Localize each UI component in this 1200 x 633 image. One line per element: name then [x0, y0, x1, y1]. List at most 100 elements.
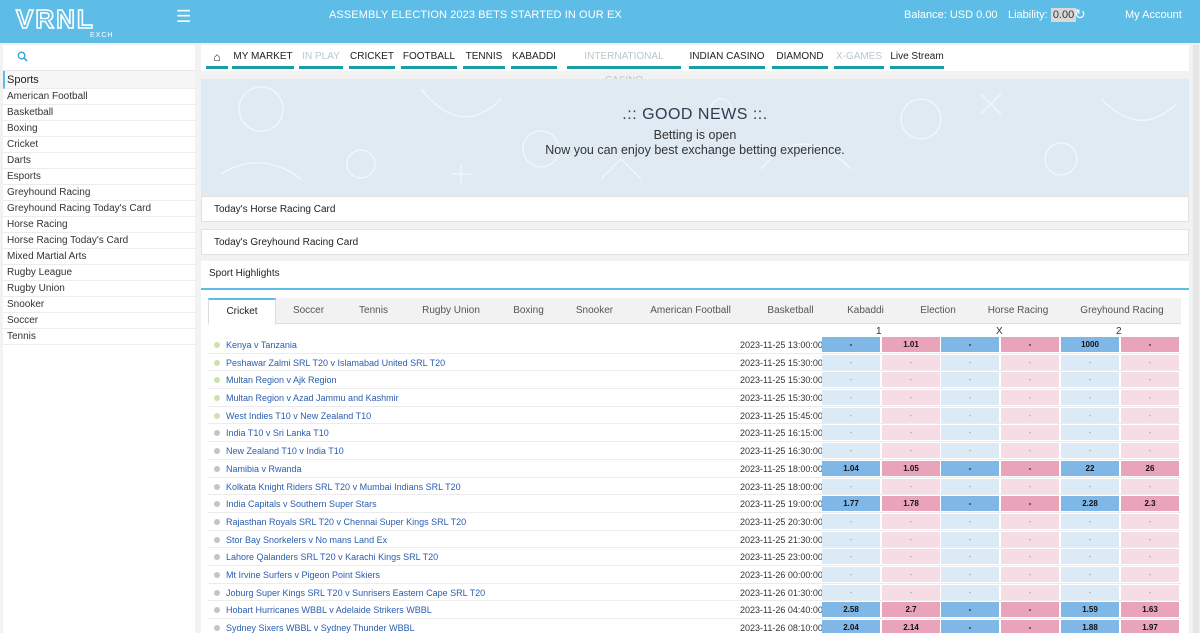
back-odds-button[interactable]: -	[1061, 407, 1119, 423]
match-name-link[interactable]: Lahore Qalanders SRL T20 v Karachi Kings…	[226, 552, 438, 562]
lay-odds-button[interactable]: -	[882, 531, 940, 547]
back-odds-button[interactable]: -	[941, 443, 999, 459]
sidebar-item-rugby-league[interactable]: Rugby League	[3, 265, 195, 281]
sport-tab-kabaddi[interactable]: Kabaddi	[828, 298, 903, 324]
back-odds-button[interactable]: -	[1061, 425, 1119, 441]
lay-odds-button[interactable]: 2.3	[1121, 496, 1179, 512]
back-odds-button[interactable]: 22	[1061, 460, 1119, 476]
lay-odds-button[interactable]: -	[1001, 354, 1059, 370]
back-odds-button[interactable]: -	[941, 549, 999, 565]
back-odds-button[interactable]: -	[941, 513, 999, 529]
lay-odds-button[interactable]: -	[1121, 372, 1179, 388]
match-name-link[interactable]: Peshawar Zalmi SRL T20 v Islamabad Unite…	[226, 358, 445, 368]
sport-tab-horse-racing[interactable]: Horse Racing	[973, 298, 1063, 324]
nav-tab-international-casino[interactable]: INTERNATIONAL CASINO	[567, 45, 681, 86]
lay-odds-button[interactable]: -	[882, 372, 940, 388]
my-account-link[interactable]: My Account	[1125, 9, 1182, 21]
sport-tab-soccer[interactable]: Soccer	[276, 298, 341, 324]
sport-tab-basketball[interactable]: Basketball	[753, 298, 828, 324]
back-odds-button[interactable]: -	[822, 478, 880, 494]
nav-tab-x-games[interactable]: X-GAMES	[834, 45, 884, 69]
back-odds-button[interactable]: -	[822, 549, 880, 565]
lay-odds-button[interactable]: 1.05	[882, 460, 940, 476]
back-odds-button[interactable]: -	[941, 372, 999, 388]
match-name-link[interactable]: Multan Region v Azad Jammu and Kashmir	[226, 393, 399, 403]
lay-odds-button[interactable]: -	[1121, 513, 1179, 529]
lay-odds-button[interactable]: -	[1001, 620, 1059, 633]
sidebar-search[interactable]	[3, 45, 195, 71]
nav-tab-tennis[interactable]: TENNIS	[463, 45, 505, 69]
lay-odds-button[interactable]: -	[882, 354, 940, 370]
sidebar-item-cricket[interactable]: Cricket	[3, 137, 195, 153]
lay-odds-button[interactable]: -	[1001, 460, 1059, 476]
lay-odds-button[interactable]: -	[1001, 496, 1059, 512]
back-odds-button[interactable]: -	[941, 337, 999, 352]
lay-odds-button[interactable]: -	[1121, 549, 1179, 565]
lay-odds-button[interactable]: 26	[1121, 460, 1179, 476]
lay-odds-button[interactable]: -	[1001, 478, 1059, 494]
sidebar-item-basketball[interactable]: Basketball	[3, 105, 195, 121]
lay-odds-button[interactable]: -	[1001, 549, 1059, 565]
back-odds-button[interactable]: -	[1061, 566, 1119, 582]
lay-odds-button[interactable]: -	[1001, 407, 1059, 423]
back-odds-button[interactable]: -	[822, 337, 880, 352]
back-odds-button[interactable]: -	[941, 460, 999, 476]
sport-tab-american-football[interactable]: American Football	[628, 298, 753, 324]
match-name-link[interactable]: India Capitals v Southern Super Stars	[226, 499, 377, 509]
match-name-link[interactable]: Kolkata Knight Riders SRL T20 v Mumbai I…	[226, 482, 461, 492]
back-odds-button[interactable]: 1.88	[1061, 620, 1119, 633]
lay-odds-button[interactable]: -	[1121, 407, 1179, 423]
lay-odds-button[interactable]: 2.7	[882, 602, 940, 618]
lay-odds-button[interactable]: -	[882, 584, 940, 600]
lay-odds-button[interactable]: -	[882, 443, 940, 459]
back-odds-button[interactable]: -	[941, 425, 999, 441]
back-odds-button[interactable]: -	[941, 531, 999, 547]
lay-odds-button[interactable]: -	[1121, 584, 1179, 600]
back-odds-button[interactable]: -	[822, 566, 880, 582]
sport-tab-election[interactable]: Election	[903, 298, 973, 324]
match-name-link[interactable]: India T10 v Sri Lanka T10	[226, 428, 329, 438]
back-odds-button[interactable]: -	[822, 407, 880, 423]
back-odds-button[interactable]: 2.04	[822, 620, 880, 633]
lay-odds-button[interactable]: 1.01	[882, 337, 940, 352]
lay-odds-button[interactable]: -	[1001, 513, 1059, 529]
sidebar-item-snooker[interactable]: Snooker	[3, 297, 195, 313]
lay-odds-button[interactable]: -	[882, 566, 940, 582]
lay-odds-button[interactable]: -	[1001, 390, 1059, 406]
sidebar-item-soccer[interactable]: Soccer	[3, 313, 195, 329]
lay-odds-button[interactable]: -	[882, 390, 940, 406]
sport-tab-cricket[interactable]: Cricket	[208, 298, 276, 325]
nav-tab-diamond[interactable]: DIAMOND	[772, 45, 828, 69]
back-odds-button[interactable]: -	[941, 584, 999, 600]
logo[interactable]: VRNL EXCH	[14, 2, 144, 40]
sidebar-item-tennis[interactable]: Tennis	[3, 329, 195, 345]
sport-tab-snooker[interactable]: Snooker	[562, 298, 627, 324]
nav-tab-cricket[interactable]: CRICKET	[349, 45, 395, 69]
lay-odds-button[interactable]: -	[1121, 390, 1179, 406]
back-odds-button[interactable]: -	[822, 443, 880, 459]
back-odds-button[interactable]: -	[1061, 390, 1119, 406]
sidebar-item-sports[interactable]: Sports	[3, 71, 195, 89]
home-icon[interactable]: ⌂	[206, 45, 228, 69]
sidebar-item-greyhound-racing-today-s-card[interactable]: Greyhound Racing Today's Card	[3, 201, 195, 217]
sidebar-item-american-football[interactable]: American Football	[3, 89, 195, 105]
back-odds-button[interactable]: -	[1061, 549, 1119, 565]
back-odds-button[interactable]: -	[941, 390, 999, 406]
back-odds-button[interactable]: -	[822, 531, 880, 547]
lay-odds-button[interactable]: -	[1001, 372, 1059, 388]
match-name-link[interactable]: Stor Bay Snorkelers v No mans Land Ex	[226, 535, 387, 545]
match-name-link[interactable]: West Indies T10 v New Zealand T10	[226, 411, 371, 421]
match-name-link[interactable]: Mt Irvine Surfers v Pigeon Point Skiers	[226, 570, 380, 580]
match-name-link[interactable]: Sydney Sixers WBBL v Sydney Thunder WBBL	[226, 623, 415, 633]
lay-odds-button[interactable]: -	[1121, 478, 1179, 494]
back-odds-button[interactable]: -	[1061, 584, 1119, 600]
lay-odds-button[interactable]: -	[882, 478, 940, 494]
lay-odds-button[interactable]: -	[1001, 531, 1059, 547]
back-odds-button[interactable]: -	[941, 620, 999, 633]
lay-odds-button[interactable]: 1.78	[882, 496, 940, 512]
back-odds-button[interactable]: 2.28	[1061, 496, 1119, 512]
lay-odds-button[interactable]: -	[1001, 566, 1059, 582]
lay-odds-button[interactable]: -	[882, 513, 940, 529]
match-name-link[interactable]: Multan Region v Ajk Region	[226, 375, 337, 385]
back-odds-button[interactable]: 2.58	[822, 602, 880, 618]
